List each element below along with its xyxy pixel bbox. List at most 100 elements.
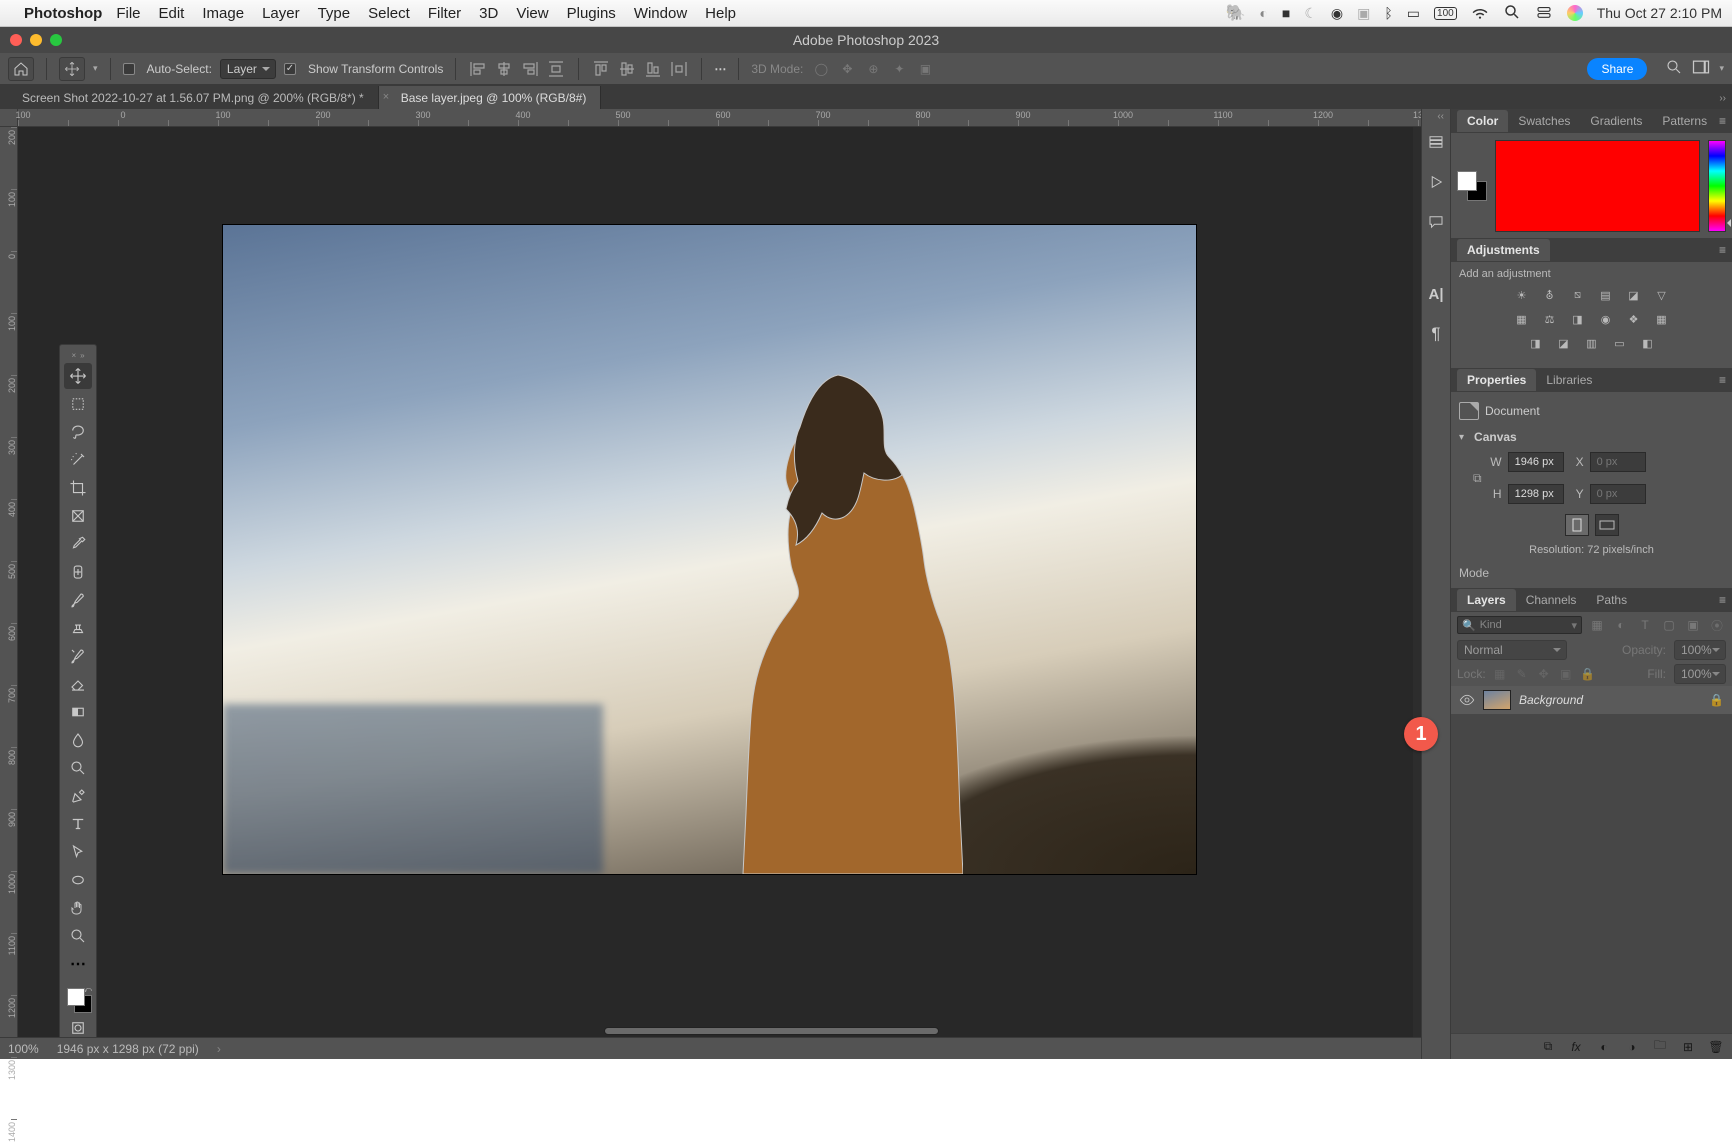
move-tool-preset[interactable] [59,57,85,81]
shape-tool[interactable] [64,867,92,893]
menu-edit[interactable]: Edit [159,5,185,22]
filter-pixel-icon[interactable]: ▦ [1588,617,1606,633]
tray-control-center-icon[interactable] [1535,3,1553,24]
path-selection-tool[interactable] [64,839,92,865]
foreground-color[interactable] [67,988,85,1006]
lock-all-icon[interactable]: 🔒 [1580,666,1596,682]
tab-adjustments[interactable]: Adjustments [1457,239,1550,261]
tab-gradients[interactable]: Gradients [1580,110,1652,132]
menu-layer[interactable]: Layer [262,5,300,22]
align-bottom-icon[interactable] [643,59,663,79]
more-align-icon[interactable]: ⋯ [714,62,726,76]
dodge-tool[interactable] [64,755,92,781]
tab-patterns[interactable]: Patterns [1652,110,1717,132]
menu-select[interactable]: Select [368,5,410,22]
history-panel-icon[interactable] [1425,131,1447,153]
dock-collapse-icon[interactable]: ‹‹ [1431,109,1450,124]
filter-type-icon[interactable]: T [1636,617,1654,633]
canvas-area[interactable]: ×» [18,127,1413,1037]
brush-tool[interactable] [64,587,92,613]
adj-levels-icon[interactable]: ⛢ [1540,286,1560,304]
ruler-horizontal[interactable]: 1000100200300400500600700800900100011001… [18,109,1421,127]
zoom-tool[interactable] [64,923,92,949]
hue-slider[interactable] [1708,140,1726,232]
align-hcenter-icon[interactable] [494,59,514,79]
tab-layers[interactable]: Layers [1457,589,1516,611]
align-top-icon[interactable] [591,59,611,79]
auto-select-checkbox[interactable] [123,63,135,75]
tab-libraries[interactable]: Libraries [1536,369,1602,391]
link-layers-icon[interactable]: ⧉ [1540,1039,1556,1055]
paragraph-panel-icon[interactable]: ¶ [1425,323,1447,345]
dock-close-icon[interactable]: × [71,351,76,360]
menu-help[interactable]: Help [705,5,736,22]
align-right-icon[interactable] [520,59,540,79]
healing-brush-tool[interactable] [64,559,92,585]
menubar-clock[interactable]: Thu Oct 27 2:10 PM [1597,5,1722,21]
layer-name[interactable]: Background [1519,693,1583,707]
link-dimensions-icon[interactable]: ⧉ [1473,471,1482,486]
layer-lock-icon[interactable]: 🔒 [1709,693,1724,707]
filter-toggle-icon[interactable]: ⦿ [1708,617,1726,633]
new-adjustment-icon[interactable]: ◑ [1624,1039,1640,1055]
adj-invert-icon[interactable]: ◨ [1526,334,1546,352]
layer-filter-dropdown[interactable]: 🔍 Kind▾ [1457,616,1582,634]
adjustments-panel-menu-icon[interactable]: ≡ [1719,243,1726,257]
tray-calendar-icon[interactable]: ▭ [1407,5,1420,22]
adj-lookup-icon[interactable]: ▦ [1652,310,1672,328]
lock-image-icon[interactable]: ✎ [1514,666,1530,682]
frame-tool[interactable] [64,503,92,529]
adj-brightness-icon[interactable]: ☀ [1512,286,1532,304]
tray-record-icon[interactable]: ◉ [1331,5,1343,22]
close-tab-icon[interactable]: × [383,91,389,103]
tab-color[interactable]: Color [1457,110,1508,132]
adj-gradientmap-icon[interactable]: ▭ [1610,334,1630,352]
distribute-h-icon[interactable] [546,59,566,79]
eyedropper-tool[interactable] [64,531,92,557]
workspace-dropdown-icon[interactable]: ▾ [1719,63,1724,74]
filter-shape-icon[interactable]: ▢ [1660,617,1678,633]
panel-expand-icon[interactable]: ›› [1719,93,1726,104]
tab-paths[interactable]: Paths [1586,589,1637,611]
tray-elephant-icon[interactable]: 🐘 [1226,3,1246,23]
adj-curves-icon[interactable]: ⧅ [1568,286,1588,304]
tab-channels[interactable]: Channels [1516,589,1587,611]
opacity-field[interactable]: 100% [1674,640,1726,660]
home-button[interactable] [8,57,34,81]
dock-expand-icon[interactable]: » [80,351,84,360]
adj-threshold-icon[interactable]: ▥ [1582,334,1602,352]
align-vcenter-icon[interactable] [617,59,637,79]
status-zoom[interactable]: 100% [8,1042,39,1056]
minimize-window-button[interactable] [30,34,42,46]
pen-tool[interactable] [64,783,92,809]
layer-fx-icon[interactable]: fx [1568,1039,1584,1055]
hand-tool[interactable] [64,895,92,921]
status-chevron-icon[interactable]: › [217,1042,221,1056]
actions-panel-icon[interactable] [1425,171,1447,193]
tray-battery-icon[interactable]: 100 [1434,7,1457,20]
search-app-icon[interactable] [1665,58,1683,79]
zoom-window-button[interactable] [50,34,62,46]
adj-selective-icon[interactable]: ◧ [1638,334,1658,352]
menu-filter[interactable]: Filter [428,5,461,22]
adj-bw2-icon[interactable]: ◨ [1568,310,1588,328]
width-field[interactable]: 1946 px [1508,452,1564,472]
document-tab-0[interactable]: × Screen Shot 2022-10-27 at 1.56.07 PM.p… [0,86,379,109]
align-left-icon[interactable] [468,59,488,79]
adj-vibrance-icon[interactable]: ◪ [1624,286,1644,304]
adj-posterize-icon[interactable]: ◪ [1554,334,1574,352]
preset-dropdown-icon[interactable]: ▾ [93,63,98,74]
menu-file[interactable]: File [116,5,140,22]
ruler-vertical[interactable]: 2001000100200300400500600700800900100011… [0,127,18,1037]
tray-video-icon[interactable]: ■ [1282,5,1290,21]
close-window-button[interactable] [10,34,22,46]
lasso-tool[interactable] [64,419,92,445]
x-field[interactable]: 0 px [1590,452,1646,472]
adj-bw-icon[interactable]: ▽ [1652,286,1672,304]
adj-colorbalance-icon[interactable]: ⚖ [1540,310,1560,328]
y-field[interactable]: 0 px [1590,484,1646,504]
new-group-icon[interactable]: 🗀 [1652,1039,1668,1055]
layers-panel-menu-icon[interactable]: ≡ [1719,593,1726,607]
adj-photofilter-icon[interactable]: ◉ [1596,310,1616,328]
tray-bluetooth-icon[interactable]: ᛒ [1384,5,1392,21]
